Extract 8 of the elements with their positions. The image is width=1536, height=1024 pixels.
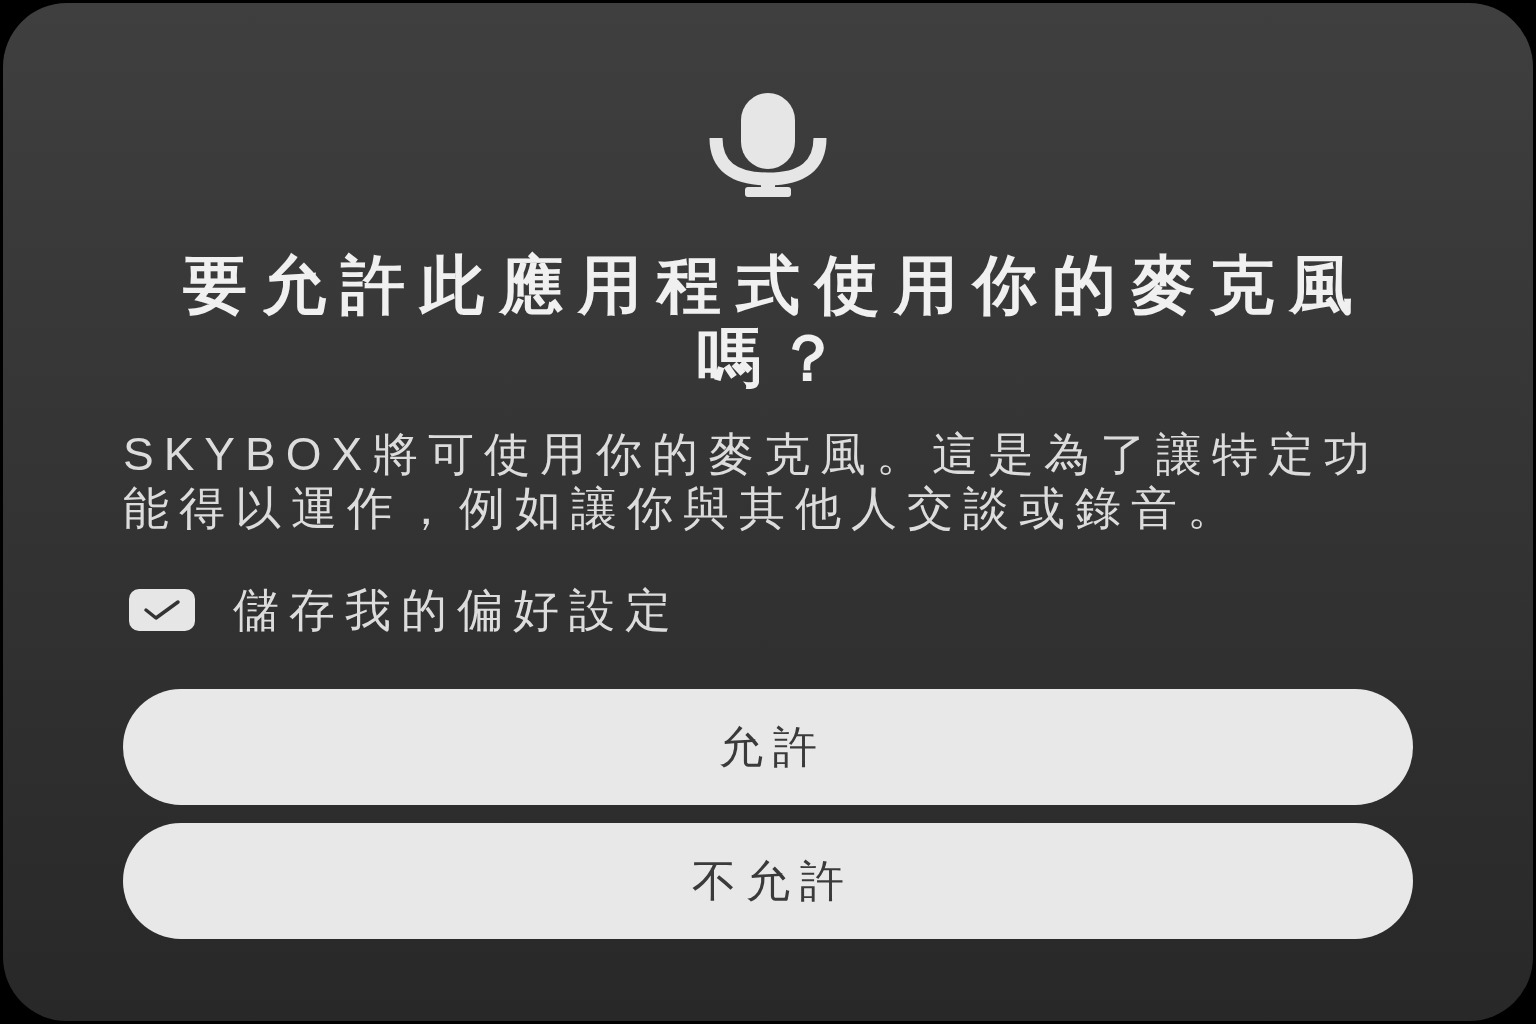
checkbox[interactable] xyxy=(129,589,195,631)
dialog-message: SKYBOX將可使用你的麥克風。這是為了讓特定功能得以運作，例如讓你與其他人交談或錄音。 xyxy=(123,427,1382,535)
microphone-icon xyxy=(709,93,827,197)
dialog-title: 要允許此應用程式使用你的麥克風嗎？ xyxy=(182,249,1369,395)
checkbox-label: 儲存我的偏好設定 xyxy=(233,583,681,637)
checkmark-icon xyxy=(143,599,181,621)
allow-button[interactable]: 允許 xyxy=(123,689,1413,805)
deny-button[interactable]: 不允許 xyxy=(123,823,1413,939)
